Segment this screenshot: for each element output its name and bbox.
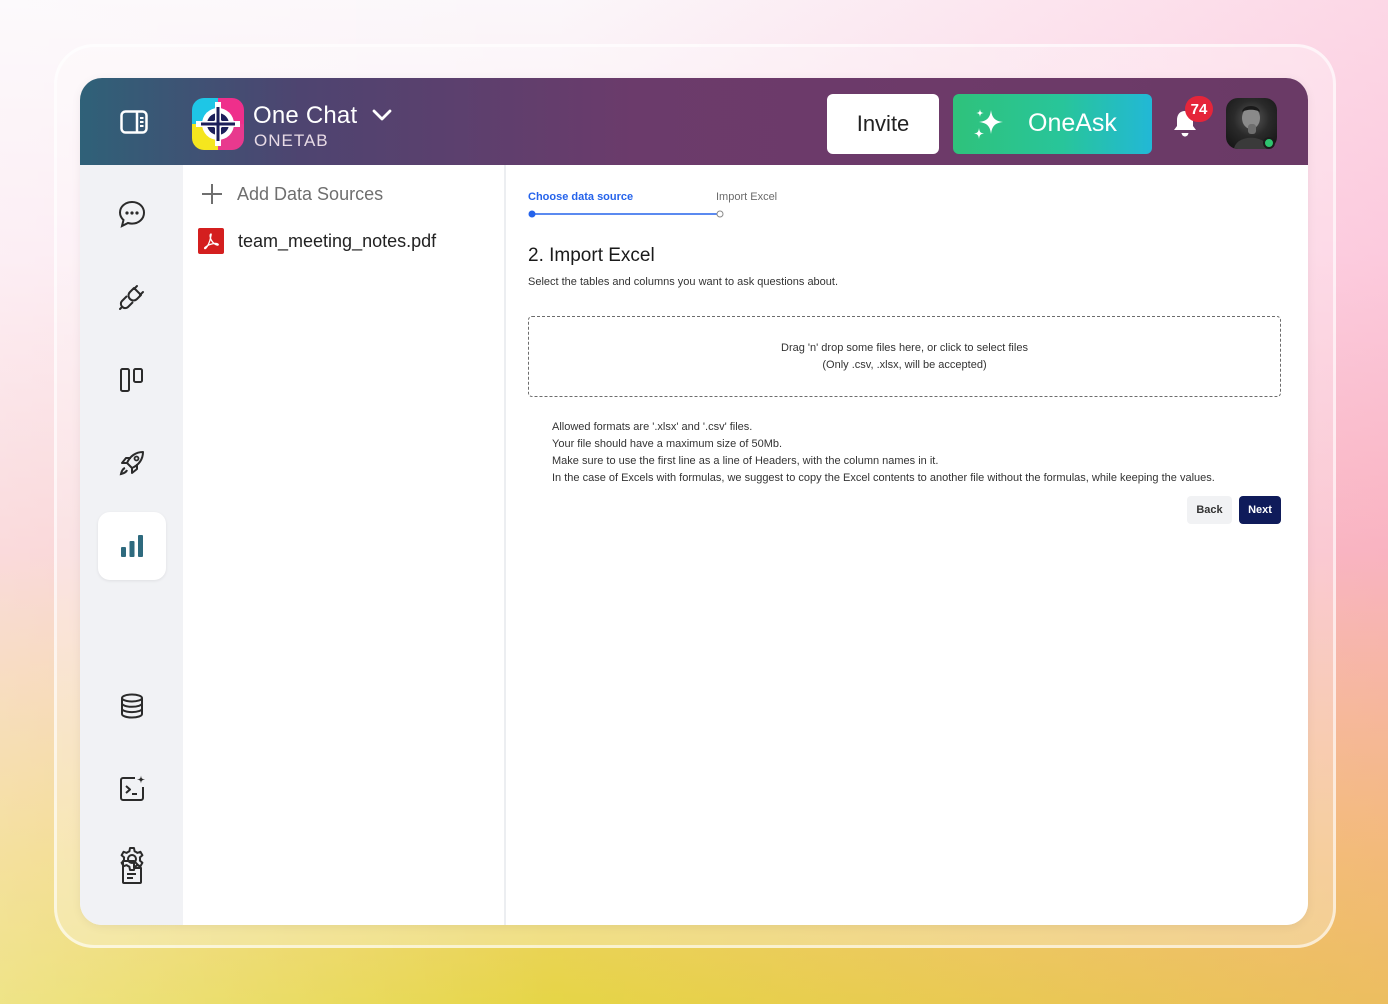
onechat-logo-icon [192,98,244,150]
chevron-down-icon[interactable] [372,108,392,122]
columns-icon [120,368,143,392]
rule-formats: Allowed formats are '.xlsx' and '.csv' f… [552,421,753,433]
rule-formulas: In the case of Excels with formulas, we … [552,472,1215,484]
database-icon [121,693,143,719]
page-description: Select the tables and columns you want t… [528,276,839,288]
top-header: One Chat ONETAB Invite OneAsk 74 [80,78,1308,165]
step-import-excel[interactable]: Import Excel [716,191,777,203]
import-wizard: Choose data source Import Excel 2. Impor… [506,165,1308,925]
sidebar-item-analytics[interactable] [98,512,166,580]
sidebar-item-chat[interactable] [98,180,166,248]
sidebar-item-settings[interactable] [98,825,166,893]
file-dropzone[interactable]: Drag 'n' drop some files here, or click … [528,316,1281,397]
add-data-sources-button[interactable]: Add Data Sources [201,183,383,205]
rule-size: Your file should have a maximum size of … [552,438,783,450]
gear-icon [120,847,144,871]
sparkle-icon [974,109,1003,139]
rule-headers: Make sure to use the first line as a lin… [552,455,939,467]
sidebar-toggle-icon[interactable] [120,110,148,134]
list-item[interactable]: team_meeting_notes.pdf [198,228,436,254]
online-status-dot [1263,137,1275,149]
plus-icon [202,184,222,204]
sidebar-item-database[interactable] [98,672,166,740]
sidebar-item-launch[interactable] [98,429,166,497]
workspace-name: ONETAB [254,131,329,150]
oneask-label: OneAsk [1028,109,1117,137]
sidebar-item-boards[interactable] [98,346,166,414]
invite-button[interactable]: Invite [827,94,939,154]
left-sidebar [80,165,183,925]
dropzone-instructions: Drag 'n' drop some files here, or click … [781,341,1028,354]
app-name[interactable]: One Chat [253,102,357,130]
notification-badge: 74 [1185,96,1213,122]
page-title: 2. Import Excel [528,245,655,266]
next-button[interactable]: Next [1239,496,1281,524]
terminal-sparkle-icon [120,775,145,801]
bar-chart-icon [121,535,143,557]
step-choose-data-source[interactable]: Choose data source [528,191,633,203]
pdf-icon [198,228,224,254]
back-button[interactable]: Back [1187,496,1232,524]
sidebar-item-integrations[interactable] [98,263,166,331]
dropzone-formats: (Only .csv, .xlsx, will be accepted) [822,358,987,371]
step-progress-bar [528,210,724,218]
data-sources-panel: Add Data Sources team_meeting_notes.pdf [183,165,506,925]
plug-icon [119,285,144,310]
app-window: One Chat ONETAB Invite OneAsk 74 Add Dat… [80,78,1308,925]
chat-bubble-icon [118,200,146,228]
oneask-button[interactable]: OneAsk [953,94,1152,154]
sidebar-item-ai-terminal[interactable] [98,755,166,823]
rocket-icon [119,451,144,476]
upload-rules: Allowed formats are '.xlsx' and '.csv' f… [552,419,1215,487]
file-name: team_meeting_notes.pdf [238,230,437,251]
add-data-sources-label: Add Data Sources [237,183,384,204]
